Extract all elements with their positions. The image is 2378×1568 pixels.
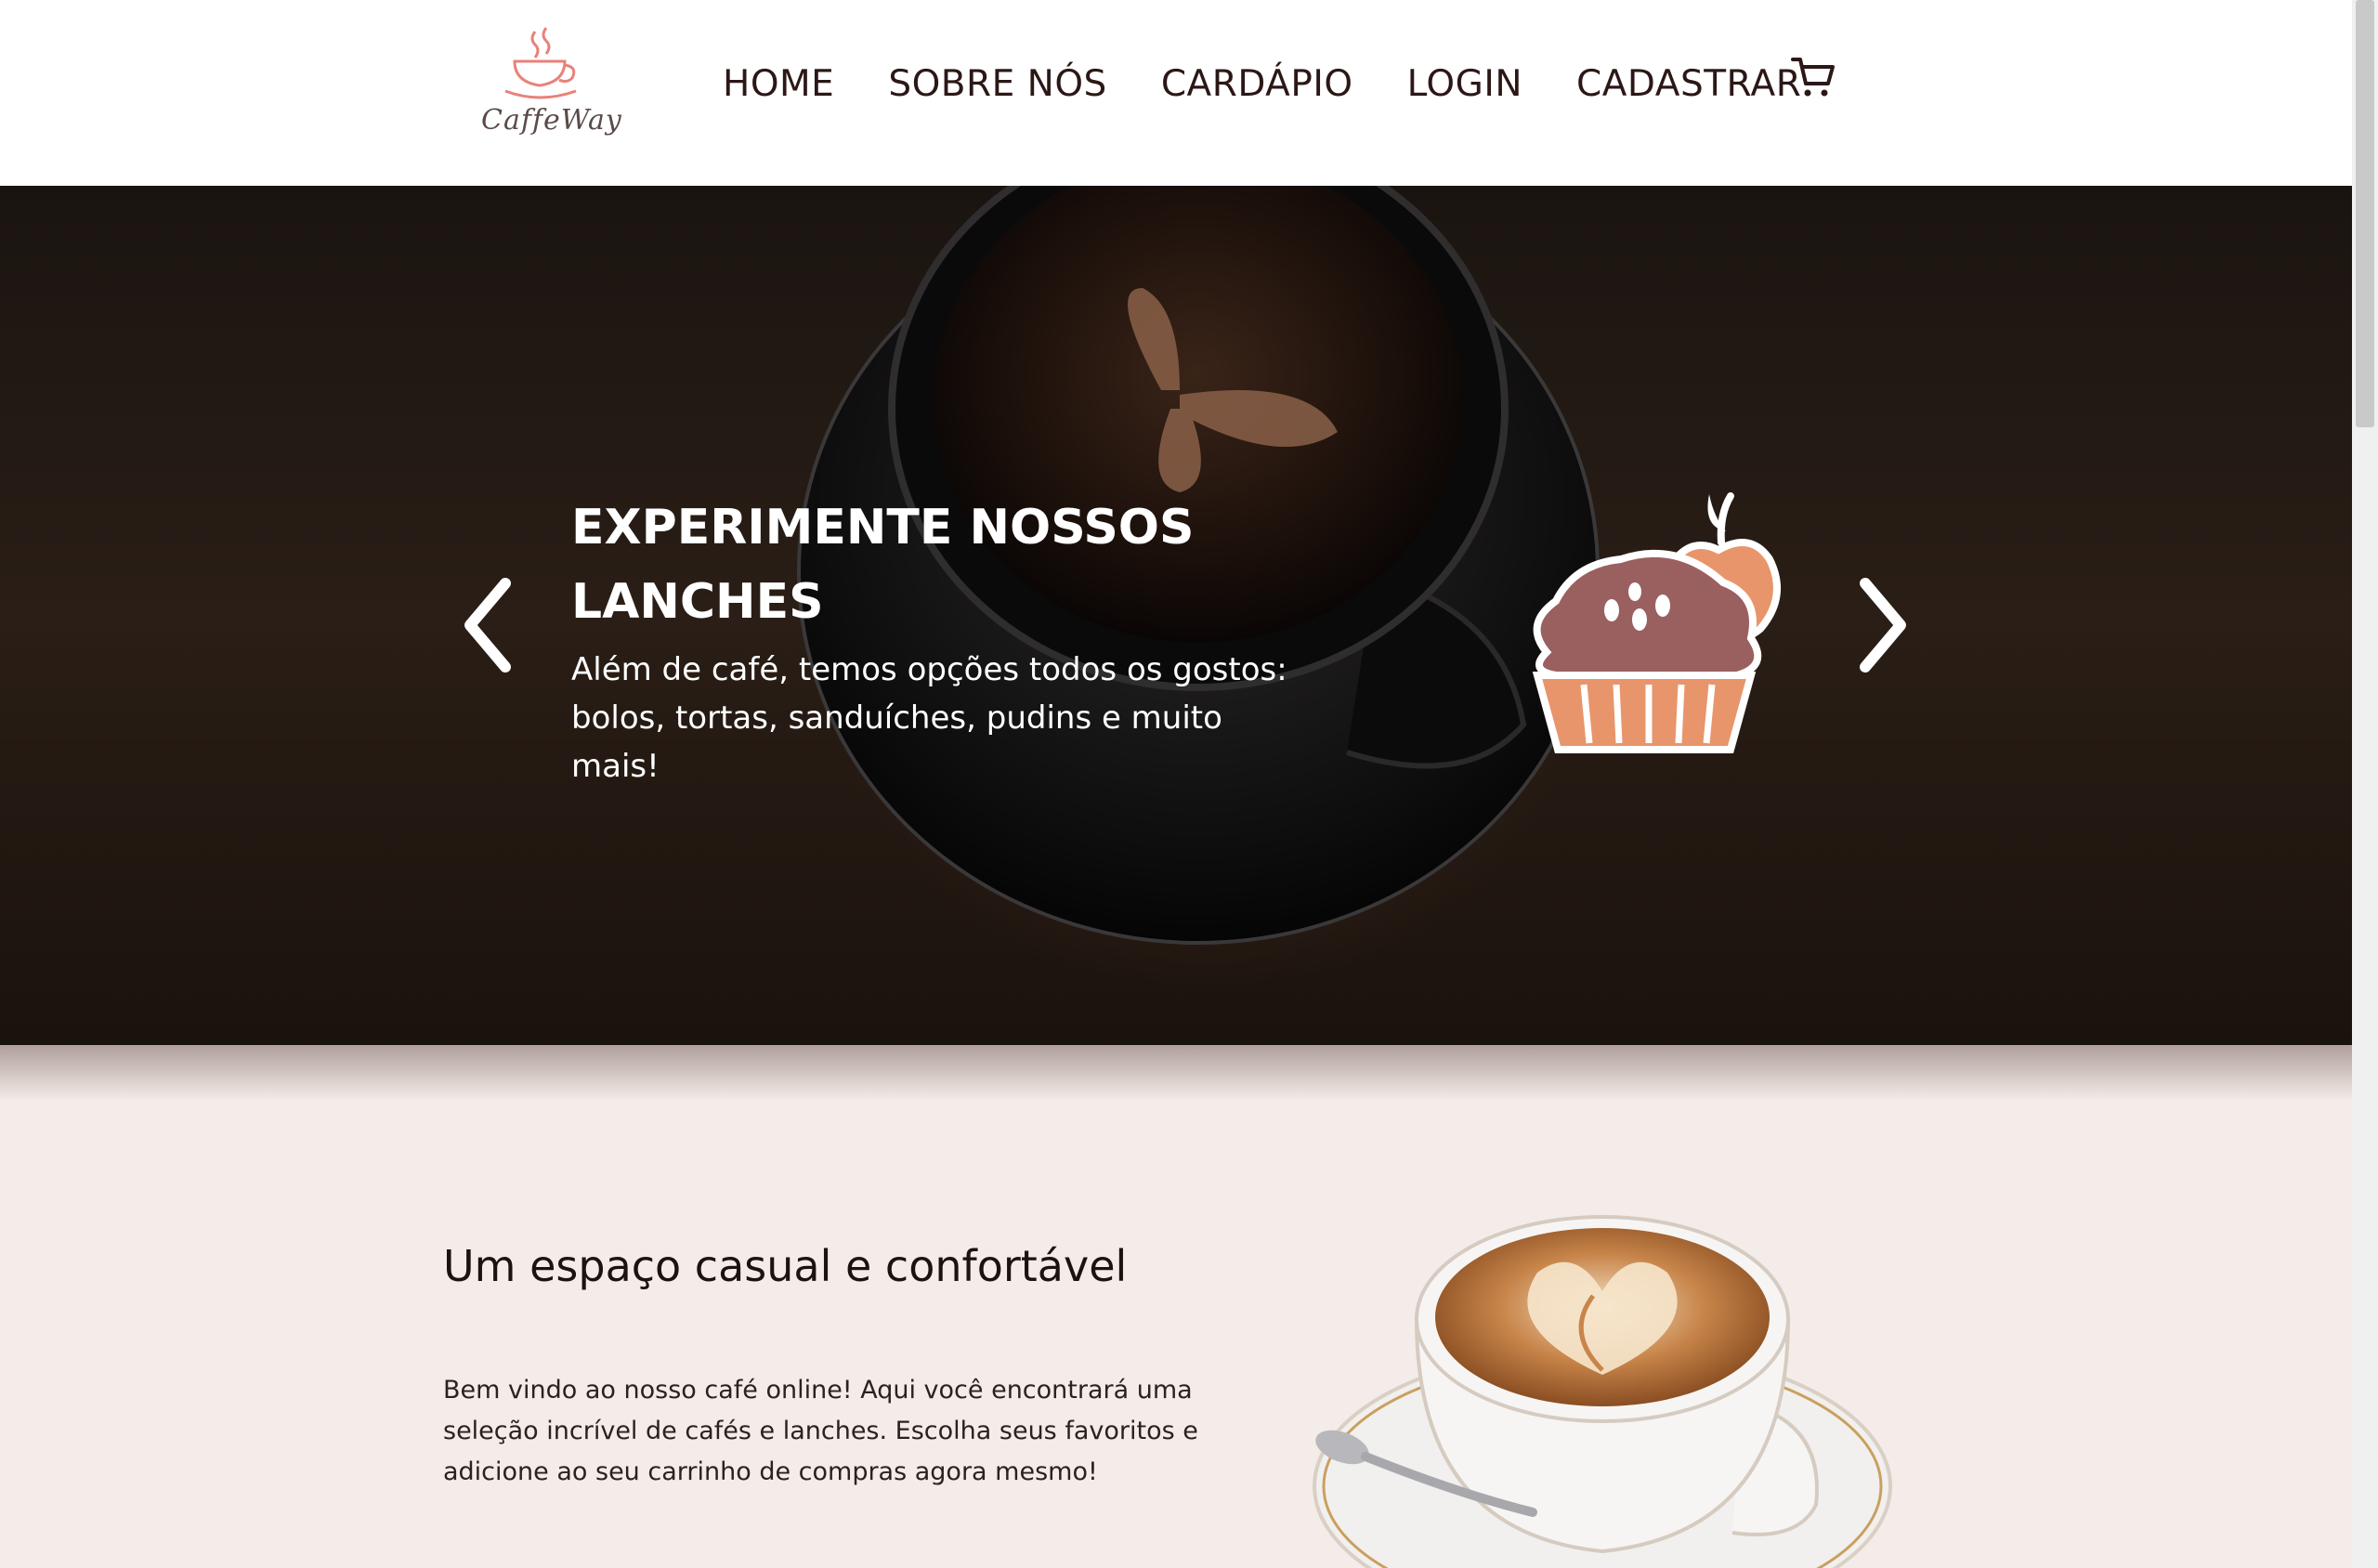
hero-carousel: EXPERIMENTE NOSSOS LANCHES Além de café,…	[0, 186, 2352, 1045]
about-title: Um espaço casual e confortável	[443, 1241, 1128, 1291]
muffin-apple-icon	[1532, 492, 1781, 753]
scrollbar-thumb[interactable]	[2356, 0, 2374, 427]
site-header: CaffeWay HOME SOBRE NÓS CARDÁPIO LOGIN C…	[0, 0, 2352, 186]
about-text: Bem vindo ao nosso café online! Aqui voc…	[443, 1376, 1198, 1486]
cappuccino-image	[1313, 1215, 1892, 1568]
nav-login[interactable]: LOGIN	[1407, 63, 1522, 105]
logo-text: CaffeWay	[481, 104, 622, 137]
coffee-cup-logo-icon	[504, 27, 577, 99]
slide-description: Além de café, temos opções todos os gost…	[571, 651, 1287, 785]
main-nav: HOME SOBRE NÓS CARDÁPIO LOGIN CADASTRAR	[723, 56, 1855, 111]
nav-cardapio[interactable]: CARDÁPIO	[1161, 63, 1353, 105]
logo[interactable]: CaffeWay	[481, 22, 622, 152]
carousel-next-button[interactable]	[1849, 574, 1914, 676]
slide-title: EXPERIMENTE NOSSOS LANCHES	[571, 500, 1195, 630]
chevron-right-icon	[1860, 578, 1906, 673]
carousel-prev-button[interactable]	[457, 574, 522, 676]
chevron-left-icon	[464, 578, 511, 673]
nav-sobre-nos[interactable]: SOBRE NÓS	[888, 63, 1106, 105]
hero-shadow	[0, 1045, 2352, 1101]
nav-home[interactable]: HOME	[723, 63, 834, 105]
nav-cadastrar[interactable]: CADASTRAR	[1576, 63, 1801, 105]
cart-icon[interactable]	[1789, 54, 1836, 100]
